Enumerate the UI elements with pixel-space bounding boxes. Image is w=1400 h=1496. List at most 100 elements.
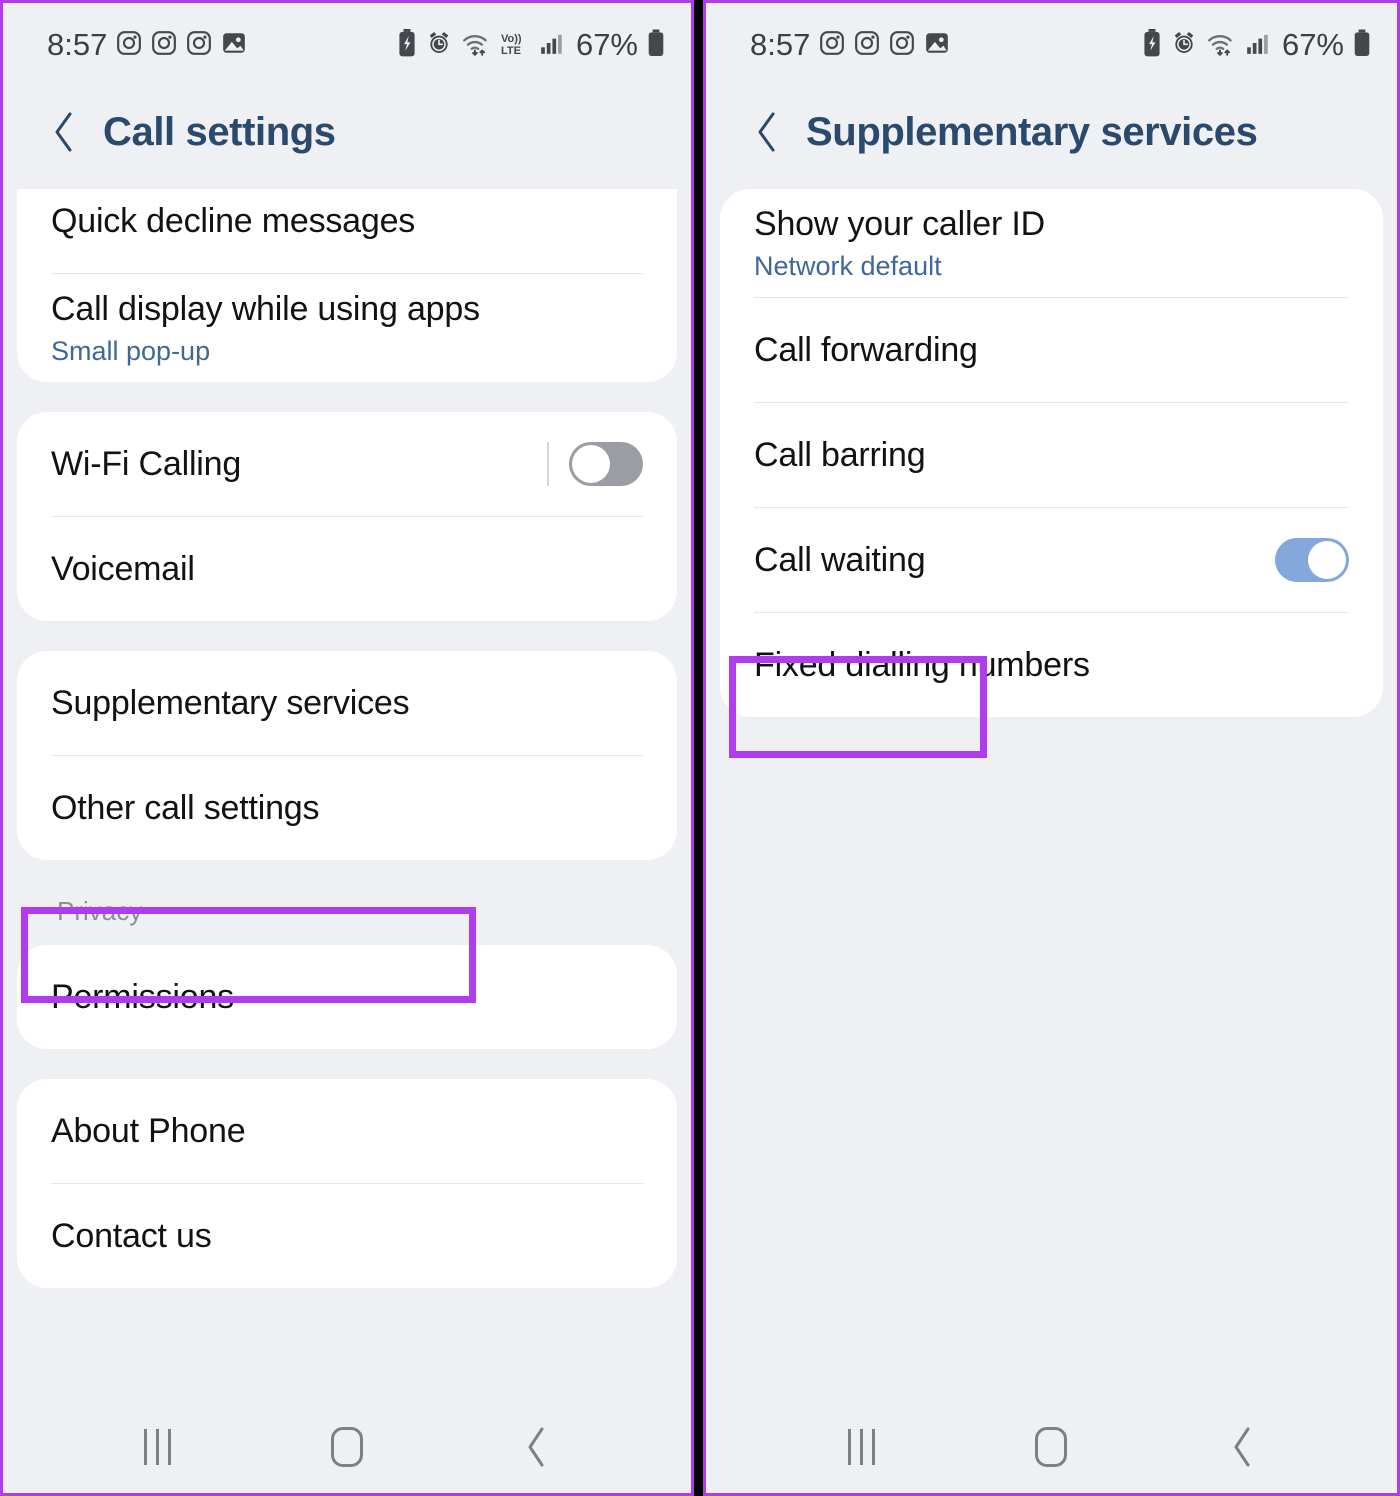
list-item-label: Fixed dialling numbers [754, 646, 1090, 684]
list-item-sublabel: Network default [754, 250, 942, 281]
instagram-icon [854, 30, 880, 61]
list-item-quick-decline-messages[interactable]: Quick decline messages [17, 189, 677, 273]
settings-card: Quick decline messages Call display whil… [17, 189, 677, 383]
alarm-icon [426, 30, 452, 61]
status-bar-right-group: Vo)) LTE 67% [397, 27, 665, 63]
list-item-about-phone[interactable]: About Phone [17, 1079, 677, 1183]
settings-card: Show your caller ID Network default Call… [720, 189, 1383, 718]
status-bar-left-group: 8:57 [750, 27, 950, 63]
settings-card: Permissions [17, 945, 677, 1050]
list-item-other-call-settings[interactable]: Other call settings [17, 756, 677, 860]
row-texts: Voicemail [51, 548, 643, 591]
status-bar-right-group: 67% [1142, 27, 1371, 63]
toggle-wrap [1275, 538, 1349, 583]
chevron-left-icon [758, 112, 775, 152]
home-button[interactable] [991, 1417, 1111, 1477]
dual-screenshot-stage: 8:57 Vo)) LTE 67% Call settings Quick de… [0, 0, 1400, 1496]
instagram-icon [151, 30, 177, 61]
row-texts: Permissions [51, 976, 643, 1019]
row-texts: Fixed dialling numbers [754, 644, 1349, 687]
list-item-permissions[interactable]: Permissions [17, 945, 677, 1049]
group-label-privacy: Privacy [57, 896, 143, 927]
list-item-label: Call forwarding [754, 331, 978, 369]
chevron-left-icon [55, 112, 72, 152]
list-item-label: Voicemail [51, 550, 195, 588]
status-time: 8:57 [47, 27, 108, 62]
battery-icon [647, 29, 665, 62]
list-item-fixed-dialling-numbers[interactable]: Fixed dialling numbers [720, 613, 1383, 717]
home-button[interactable] [287, 1417, 407, 1477]
battery-percent-label: 67% [575, 27, 638, 62]
wifi-calling-toggle[interactable] [569, 442, 643, 487]
list-item-call-display-while-using-apps[interactable]: Call display while using apps Small pop-… [17, 274, 677, 382]
instagram-icon [186, 30, 212, 61]
list-item-label: Quick decline messages [51, 201, 416, 240]
back-nav-button[interactable] [476, 1417, 596, 1477]
list-item-label: Wi-Fi Calling [51, 445, 242, 483]
toggle-knob [1308, 541, 1346, 580]
row-texts: Call waiting [754, 539, 1275, 582]
photo-icon [924, 30, 950, 61]
settings-list-right[interactable]: Show your caller ID Network default Call… [706, 189, 1397, 1401]
list-item-label: Call display while using apps [51, 290, 480, 328]
header-call-settings: Call settings [3, 87, 691, 189]
row-texts: Call forwarding [754, 329, 1349, 372]
list-item-supplementary-services[interactable]: Supplementary services [17, 651, 677, 755]
instagram-icon [819, 30, 845, 61]
list-item-label: Permissions [51, 978, 234, 1016]
back-nav-button[interactable] [1182, 1417, 1302, 1477]
list-item-call-waiting[interactable]: Call waiting [720, 508, 1383, 612]
navigation-bar-right [706, 1401, 1397, 1493]
call-waiting-toggle[interactable] [1275, 538, 1349, 583]
battery-saver-icon [397, 28, 417, 62]
row-texts: About Phone [51, 1110, 643, 1153]
toggle-separator [547, 442, 549, 487]
row-texts: Other call settings [51, 787, 643, 830]
row-texts: Wi-Fi Calling [51, 443, 547, 486]
status-bar-right: 8:57 67% [706, 3, 1397, 87]
list-item-call-forwarding[interactable]: Call forwarding [720, 298, 1383, 402]
list-item-label: Show your caller ID [754, 205, 1045, 243]
navigation-bar-left [3, 1401, 691, 1493]
toggle-wrap [547, 442, 643, 487]
list-item-call-barring[interactable]: Call barring [720, 403, 1383, 507]
phone-screen-supplementary-services: 8:57 67% Supplementary services Show you… [703, 0, 1400, 1496]
settings-card: About Phone Contact us [17, 1079, 677, 1289]
list-item-label: Call barring [754, 436, 926, 474]
row-texts: Contact us [51, 1215, 643, 1258]
header-supplementary-services: Supplementary services [706, 87, 1397, 189]
recents-button[interactable] [801, 1417, 921, 1477]
back-button[interactable] [47, 109, 81, 155]
back-button[interactable] [750, 109, 784, 155]
svg-text:Vo)): Vo)) [501, 33, 522, 45]
list-item-wifi-calling[interactable]: Wi-Fi Calling [17, 412, 677, 516]
list-item-label: Contact us [51, 1217, 212, 1255]
alarm-icon [1171, 30, 1197, 61]
settings-card: Wi-Fi Calling Voicemail [17, 412, 677, 622]
status-bar-left-group: 8:57 [47, 27, 247, 63]
row-texts: Call display while using apps Small pop-… [51, 288, 643, 368]
settings-card: Supplementary services Other call settin… [17, 651, 677, 861]
page-title: Call settings [103, 109, 336, 154]
recents-button[interactable] [98, 1417, 218, 1477]
home-icon [1035, 1427, 1068, 1467]
list-item-label: Other call settings [51, 789, 320, 827]
battery-saver-icon [1142, 28, 1162, 62]
list-item-label: Call waiting [754, 541, 926, 579]
svg-text:LTE: LTE [501, 45, 521, 57]
list-item-voicemail[interactable]: Voicemail [17, 517, 677, 621]
row-texts: Call barring [754, 434, 1349, 477]
battery-percent-label: 67% [1281, 27, 1344, 62]
list-item-show-your-caller-id[interactable]: Show your caller ID Network default [720, 189, 1383, 297]
volte-icon: Vo)) LTE [500, 29, 530, 62]
status-time: 8:57 [750, 27, 811, 62]
photo-icon [221, 30, 247, 61]
toggle-knob [572, 445, 610, 484]
list-item-label: Supplementary services [51, 684, 410, 722]
recents-icon [847, 1429, 875, 1465]
instagram-icon [889, 30, 915, 61]
page-title: Supplementary services [806, 109, 1258, 154]
signal-icon [539, 30, 565, 61]
list-item-contact-us[interactable]: Contact us [17, 1184, 677, 1288]
settings-list-left[interactable]: Quick decline messages Call display whil… [3, 189, 691, 1401]
